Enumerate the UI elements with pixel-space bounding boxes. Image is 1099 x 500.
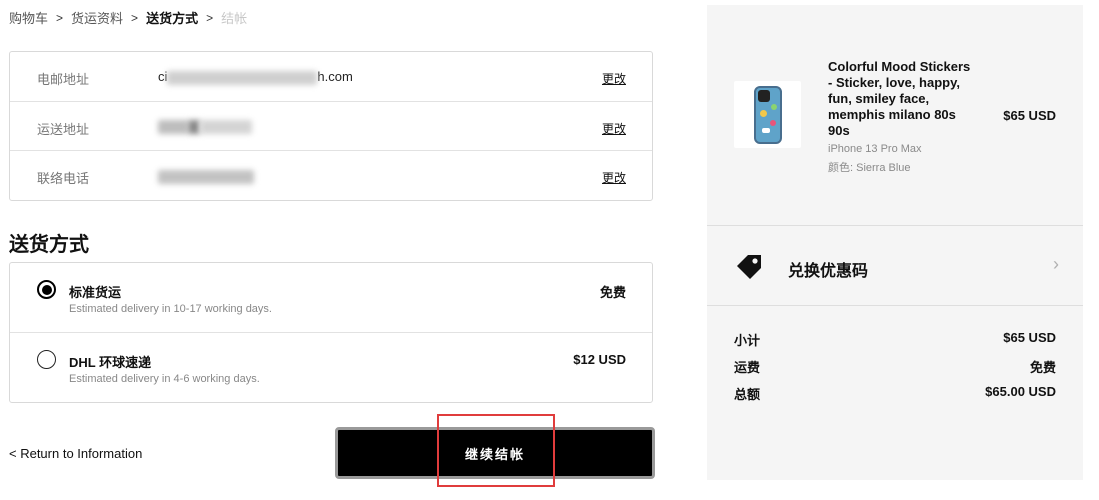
continue-checkout-button[interactable]: 继续结帐 bbox=[335, 427, 655, 479]
product-price: $65 USD bbox=[1003, 108, 1056, 123]
shipping-option-name: DHL 环球速递 bbox=[69, 355, 152, 370]
redacted-blur bbox=[167, 70, 318, 85]
shipping-option-standard[interactable]: 标准货运 Estimated delivery in 10-17 working… bbox=[10, 263, 652, 333]
phone-case-image bbox=[753, 85, 782, 144]
radio-dhl[interactable] bbox=[37, 350, 56, 369]
chevron-right-icon: › bbox=[1053, 254, 1059, 274]
subtotal-row: 小计 $65 USD bbox=[734, 330, 1056, 357]
grand-total-label: 总额 bbox=[734, 387, 761, 402]
coupon-code-row[interactable]: 兑换优惠码 › bbox=[707, 225, 1083, 306]
order-summary-panel: Colorful Mood Stickers - Sticker, love, … bbox=[707, 5, 1083, 480]
subtotal-value: $65 USD bbox=[1003, 330, 1056, 345]
phone-row: 联络电话 更改 bbox=[10, 151, 652, 201]
address-label: 运送地址 bbox=[37, 121, 90, 137]
change-email-link[interactable]: 更改 bbox=[602, 70, 626, 87]
phone-label: 联络电话 bbox=[37, 171, 90, 186]
breadcrumb: 购物车 > 货运资料 > 送货方式 > 结帐 bbox=[9, 8, 247, 27]
change-address-link[interactable]: 更改 bbox=[602, 120, 626, 137]
coupon-label: 兑换优惠码 bbox=[788, 263, 869, 280]
email-label: 电邮地址 bbox=[37, 72, 90, 87]
contact-info-box: 电邮地址 ci h.com 更改 运送地址 更改 联络电话 更改 bbox=[9, 51, 653, 201]
phone-value bbox=[158, 168, 254, 184]
email-value-head: ci bbox=[158, 69, 168, 84]
cart-line-item: Colorful Mood Stickers - Sticker, love, … bbox=[707, 5, 1083, 225]
shipping-option-desc: Estimated delivery in 4-6 working days. bbox=[69, 373, 260, 385]
breadcrumb-shipping-method: 送货方式 bbox=[146, 11, 199, 26]
product-variant: iPhone 13 Pro Max bbox=[828, 143, 922, 155]
subtotal-label: 小计 bbox=[734, 333, 761, 348]
radio-standard[interactable] bbox=[37, 280, 56, 299]
redacted-blur bbox=[158, 169, 254, 184]
shipping-option-price: $12 USD bbox=[573, 352, 626, 367]
email-value: ci h.com bbox=[158, 69, 353, 85]
email-row: 电邮地址 ci h.com 更改 bbox=[10, 52, 652, 102]
shipping-method-title: 送货方式 bbox=[9, 234, 89, 256]
breadcrumb-separator: > bbox=[56, 10, 64, 25]
breadcrumb-cart[interactable]: 购物车 bbox=[9, 8, 48, 27]
address-row: 运送地址 更改 bbox=[10, 102, 652, 151]
redacted-blur bbox=[188, 120, 200, 135]
shipping-option-price: 免费 bbox=[599, 285, 626, 300]
shipping-option-desc: Estimated delivery in 10-17 working days… bbox=[69, 303, 272, 315]
product-color: 颜色: Sierra Blue bbox=[828, 162, 911, 174]
breadcrumb-shipping-info[interactable]: 货运资料 bbox=[71, 8, 123, 27]
totals: 小计 $65 USD 运费 免费 总额 $65.00 USD bbox=[734, 330, 1056, 411]
breadcrumb-checkout: 结帐 bbox=[221, 11, 248, 26]
redacted-blur bbox=[200, 120, 252, 135]
shipping-options: 标准货运 Estimated delivery in 10-17 working… bbox=[9, 262, 653, 403]
shipping-fee-value: 免费 bbox=[1029, 360, 1056, 375]
breadcrumb-separator: > bbox=[206, 10, 214, 25]
shipping-fee-label: 运费 bbox=[734, 360, 761, 375]
shipping-option-name: 标准货运 bbox=[69, 285, 122, 300]
email-value-tail: h.com bbox=[317, 69, 353, 84]
tag-icon bbox=[734, 252, 764, 282]
grand-total-row: 总额 $65.00 USD bbox=[734, 384, 1056, 411]
product-title: Colorful Mood Stickers - Sticker, love, … bbox=[828, 59, 971, 138]
product-thumbnail bbox=[734, 81, 801, 148]
shipping-fee-row: 运费 免费 bbox=[734, 357, 1056, 384]
address-value bbox=[158, 119, 252, 135]
redacted-blur bbox=[158, 120, 188, 135]
change-phone-link[interactable]: 更改 bbox=[602, 169, 626, 186]
shipping-option-dhl[interactable]: DHL 环球速递 Estimated delivery in 4-6 worki… bbox=[10, 333, 652, 403]
return-to-information-link[interactable]: < Return to Information bbox=[9, 446, 142, 461]
grand-total-value: $65.00 USD bbox=[985, 384, 1056, 399]
breadcrumb-separator: > bbox=[131, 10, 139, 25]
